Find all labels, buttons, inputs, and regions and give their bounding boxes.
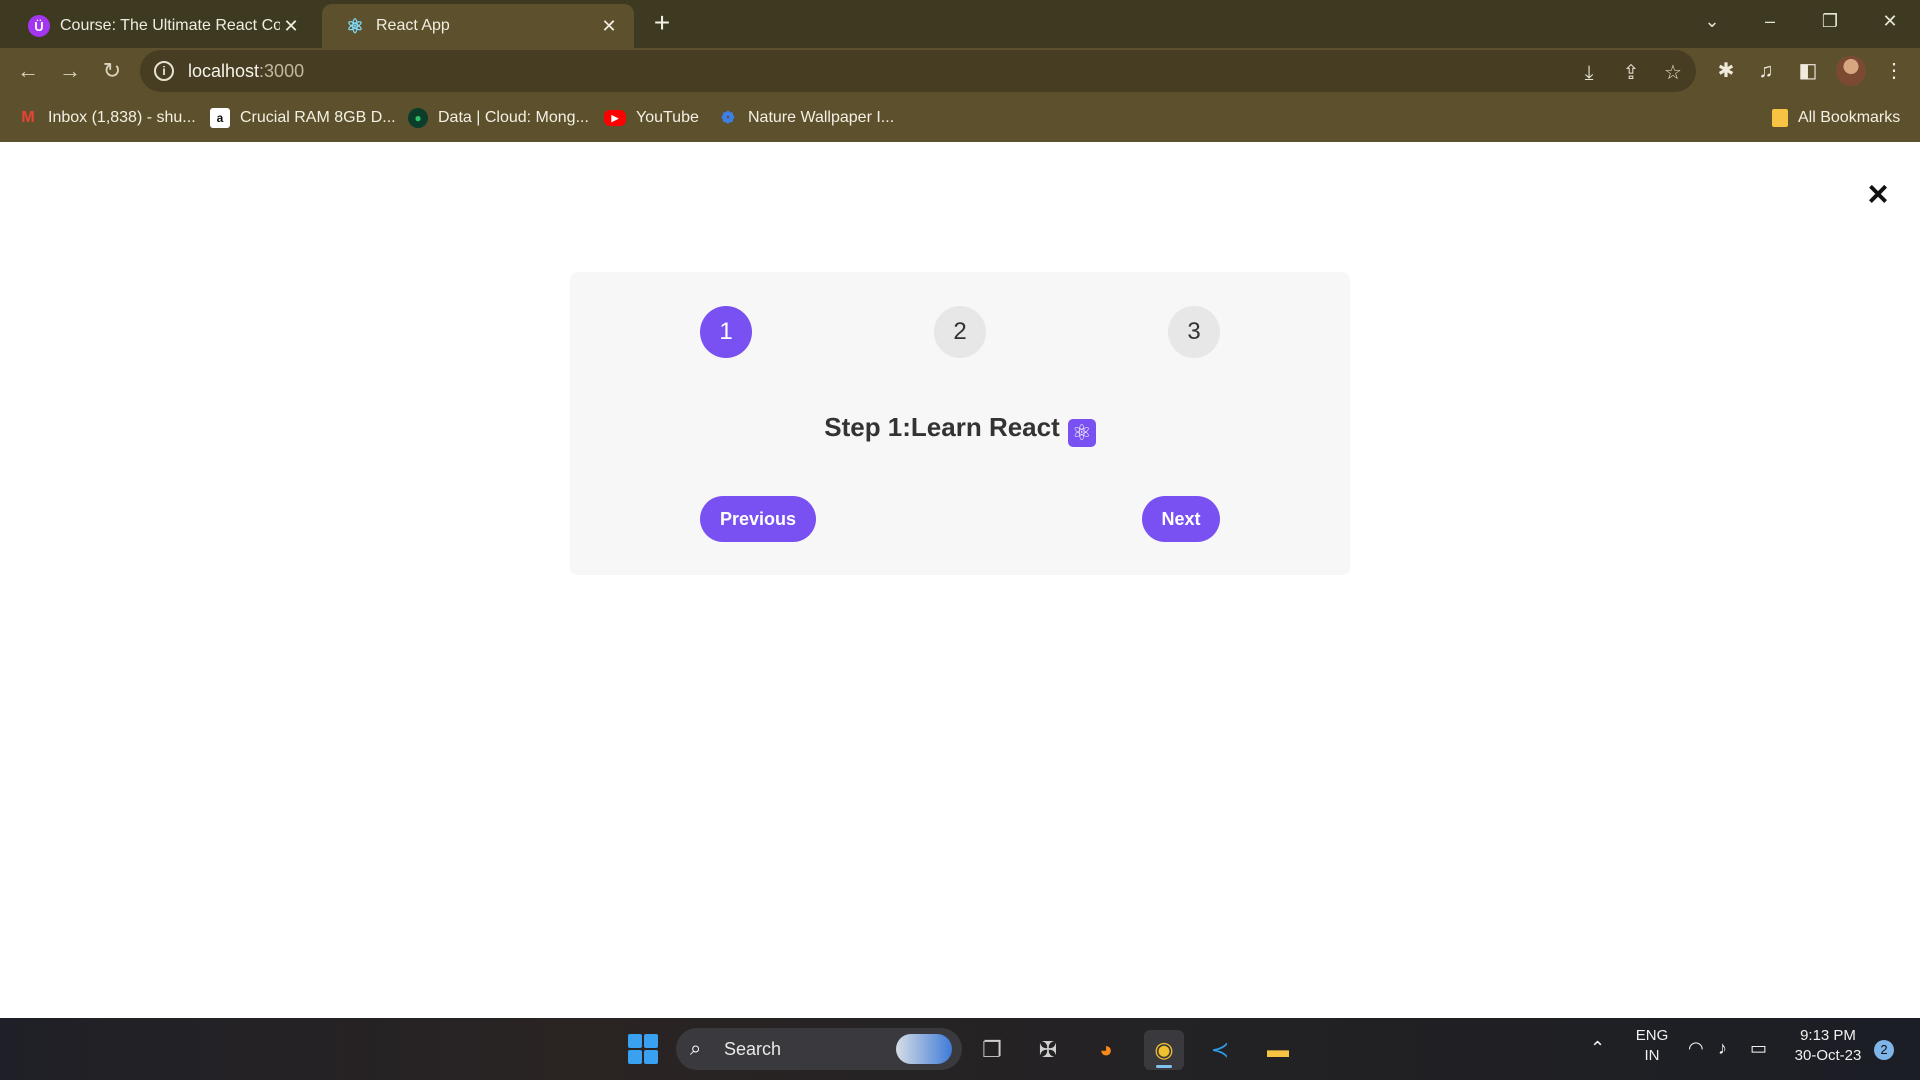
firefox-icon[interactable]: ◕ bbox=[1086, 1030, 1126, 1070]
close-tab-icon[interactable]: ✕ bbox=[280, 16, 302, 37]
wifi-icon[interactable]: ◠ bbox=[1688, 1038, 1704, 1059]
clock[interactable]: 9:13 PM 30-Oct-23 bbox=[1788, 1026, 1868, 1066]
taskbar-search-label: Search bbox=[724, 1038, 782, 1059]
media-controls-icon[interactable]: ♫ bbox=[1752, 57, 1780, 85]
window-close-icon[interactable]: ✕ bbox=[1870, 6, 1910, 36]
task-view-icon[interactable]: ❐ bbox=[972, 1030, 1012, 1070]
forward-icon[interactable]: → bbox=[54, 55, 86, 87]
tab-course[interactable]: Ü Course: The Ultimate React Cour ✕ bbox=[6, 4, 316, 48]
back-icon[interactable]: ← bbox=[12, 55, 44, 87]
active-app-indicator bbox=[1156, 1065, 1172, 1068]
minimize-icon[interactable]: – bbox=[1750, 6, 1790, 36]
bookmarks-bar: M Inbox (1,838) - shu... a Crucial RAM 8… bbox=[0, 94, 1920, 142]
chrome-icon[interactable]: ◉ bbox=[1144, 1030, 1184, 1070]
bookmark-youtube[interactable]: ▶ YouTube bbox=[604, 106, 699, 130]
step-indicator-1: 1 bbox=[700, 306, 752, 358]
url-host: localhost bbox=[188, 60, 260, 81]
bookmark-star-icon[interactable]: ☆ bbox=[1660, 60, 1686, 86]
bookmark-gmail[interactable]: M Inbox (1,838) - shu... bbox=[18, 106, 196, 130]
clock-date: 30-Oct-23 bbox=[1794, 1047, 1862, 1064]
udemy-icon: Ü bbox=[28, 15, 50, 37]
bookmark-label: Nature Wallpaper I... bbox=[748, 109, 895, 126]
browser-tab-bar: Ü Course: The Ultimate React Cour ✕ ⚛ Re… bbox=[0, 0, 1920, 48]
language-indicator[interactable]: ENG IN bbox=[1632, 1026, 1672, 1066]
show-hidden-icons[interactable]: ⌃ bbox=[1590, 1038, 1605, 1059]
all-bookmarks-folder[interactable]: All Bookmarks bbox=[1772, 106, 1900, 130]
bookmark-nature[interactable]: ❁ Nature Wallpaper I... bbox=[718, 106, 894, 130]
tab-title: Course: The Ultimate React Cour bbox=[60, 17, 280, 34]
tab-search-icon[interactable]: ⌄ bbox=[1692, 6, 1732, 36]
profile-avatar[interactable] bbox=[1836, 56, 1866, 86]
previous-button[interactable]: Previous bbox=[700, 496, 816, 542]
install-app-icon[interactable]: ⤓ bbox=[1576, 60, 1602, 86]
bookmark-label: Data | Cloud: Mong... bbox=[438, 109, 589, 126]
volume-icon[interactable]: ♪ bbox=[1718, 1038, 1727, 1059]
all-bookmarks-label: All Bookmarks bbox=[1798, 109, 1901, 126]
step-message: Step 1:Learn React ⚛ bbox=[570, 412, 1350, 447]
clock-time: 9:13 PM bbox=[1800, 1027, 1856, 1044]
menu-icon[interactable]: ⋮ bbox=[1880, 57, 1908, 85]
search-highlight-icon bbox=[896, 1034, 952, 1064]
windows-start-icon[interactable] bbox=[628, 1034, 658, 1064]
witcher-app-icon[interactable]: ✠ bbox=[1028, 1030, 1068, 1070]
tab-title: React App bbox=[376, 17, 450, 34]
folder-icon bbox=[1772, 109, 1788, 127]
site-info-icon[interactable]: i bbox=[154, 61, 174, 81]
extensions-icon[interactable]: ✱ bbox=[1712, 57, 1740, 85]
region-code: IN bbox=[1644, 1047, 1660, 1064]
step-message-text: Step 1:Learn React bbox=[824, 412, 1060, 442]
address-bar[interactable]: i localhost:3000 ⤓ ⇪ ☆ bbox=[140, 50, 1696, 92]
atom-icon: ⚛ bbox=[1067, 419, 1096, 447]
side-panel-icon[interactable]: ◧ bbox=[1794, 57, 1822, 85]
restore-icon[interactable]: ❐ bbox=[1810, 6, 1850, 36]
mongodb-icon: ● bbox=[408, 108, 428, 128]
share-icon[interactable]: ⇪ bbox=[1618, 60, 1644, 86]
close-tab-icon[interactable]: ✕ bbox=[598, 16, 620, 37]
language-code: ENG bbox=[1635, 1027, 1669, 1044]
url-port: :3000 bbox=[259, 60, 305, 81]
new-tab-button[interactable]: + bbox=[650, 8, 674, 38]
amazon-icon: a bbox=[210, 108, 230, 128]
bookmark-label: YouTube bbox=[636, 109, 699, 126]
battery-icon[interactable]: ▭ bbox=[1750, 1038, 1767, 1059]
bookmark-mongodb[interactable]: ● Data | Cloud: Mong... bbox=[408, 106, 589, 130]
search-icon: ⌕ bbox=[690, 1038, 702, 1060]
nature-icon: ❁ bbox=[721, 110, 735, 127]
step-indicator-3: 3 bbox=[1168, 306, 1220, 358]
tab-react-app[interactable]: ⚛ React App ✕ bbox=[322, 4, 634, 48]
browser-toolbar: ← → ↻ i localhost:3000 ⤓ ⇪ ☆ ✱ ♫ ◧ ⋮ bbox=[0, 48, 1920, 94]
step-indicator-2: 2 bbox=[934, 306, 986, 358]
bookmark-amazon[interactable]: a Crucial RAM 8GB D... bbox=[210, 106, 396, 130]
youtube-icon: ▶ bbox=[604, 110, 626, 126]
gmail-icon: M bbox=[21, 109, 35, 126]
file-explorer-icon[interactable]: ▬ bbox=[1258, 1030, 1298, 1070]
taskbar-search[interactable]: ⌕ Search bbox=[676, 1028, 962, 1070]
steps-card: 1 2 3 Step 1:Learn React ⚛ Previous Next bbox=[570, 272, 1350, 575]
reload-icon[interactable]: ↻ bbox=[96, 55, 128, 87]
windows-taskbar: ⌕ Search ❐ ✠ ◕ ◉ ≺ ▬ ⌃ ENG IN ◠ ♪ ▭ 9:13… bbox=[0, 1018, 1920, 1080]
bookmark-label: Crucial RAM 8GB D... bbox=[240, 109, 396, 126]
react-icon: ⚛ bbox=[346, 15, 364, 38]
close-steps-button[interactable]: × bbox=[1864, 176, 1892, 212]
vscode-icon[interactable]: ≺ bbox=[1200, 1030, 1240, 1070]
bookmark-label: Inbox (1,838) - shu... bbox=[48, 109, 196, 126]
notification-badge[interactable]: 2 bbox=[1874, 1040, 1894, 1060]
next-button[interactable]: Next bbox=[1142, 496, 1220, 542]
